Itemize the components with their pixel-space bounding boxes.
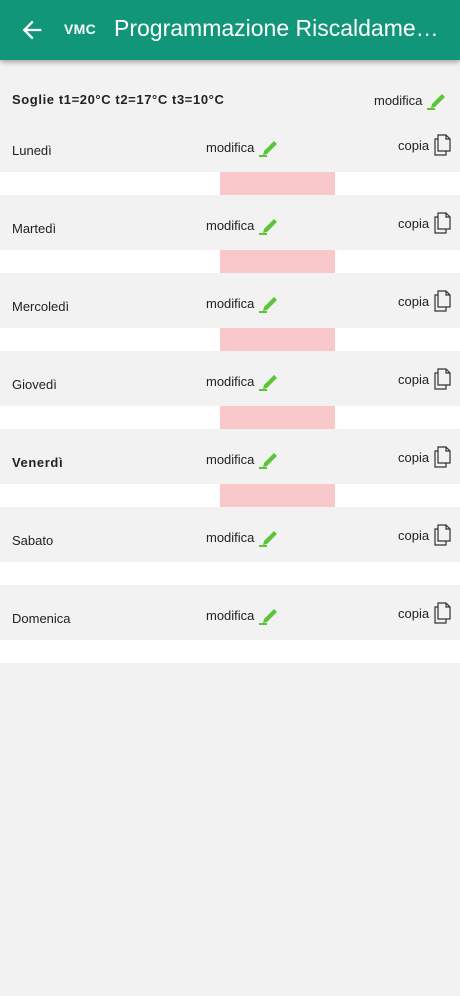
copy-label: copia xyxy=(398,215,430,231)
edit-day-button[interactable]: modifica xyxy=(206,527,280,547)
page-title: Programmazione Riscaldame… xyxy=(114,15,439,41)
day-header: Mercoledì modifica copia xyxy=(0,273,460,328)
copy-day-button[interactable]: copia xyxy=(398,290,452,312)
copy-icon xyxy=(434,290,451,312)
edit-label: modifica xyxy=(374,92,423,108)
day-header: Martedì modifica copia xyxy=(0,195,460,250)
copy-label: copia xyxy=(398,371,430,387)
day-timeline xyxy=(0,406,460,429)
day-name: Mercoledì xyxy=(12,299,70,314)
copy-label: copia xyxy=(398,137,430,153)
edit-label: modifica xyxy=(206,607,255,623)
copy-icon xyxy=(434,134,451,156)
edit-day-button[interactable]: modifica xyxy=(206,137,280,157)
copy-label: copia xyxy=(398,605,430,621)
schedule-slot[interactable] xyxy=(220,250,336,273)
schedule-slot[interactable] xyxy=(220,172,336,195)
day-header: Sabato modifica copia xyxy=(0,507,460,562)
copy-day-button[interactable]: copia xyxy=(398,446,452,468)
edit-day-button[interactable]: modifica xyxy=(206,293,280,313)
day-name: Domenica xyxy=(12,611,71,626)
day-row: Mercoledì modifica copia xyxy=(0,273,460,351)
copy-icon xyxy=(434,446,451,468)
edit-thresholds-button[interactable]: modifica xyxy=(374,90,448,110)
copy-day-button[interactable]: copia xyxy=(398,368,452,390)
day-name: Venerdì xyxy=(12,455,64,470)
pencil-icon xyxy=(259,453,278,469)
pencil-icon xyxy=(259,375,278,391)
day-timeline xyxy=(0,328,460,351)
schedule-slot[interactable] xyxy=(220,328,336,351)
copy-icon xyxy=(434,368,451,390)
edit-day-button[interactable]: modifica xyxy=(206,215,280,235)
copy-icon xyxy=(434,524,451,546)
day-header: Lunedì modifica copia xyxy=(0,117,460,172)
pencil-icon xyxy=(427,94,446,110)
edit-label: modifica xyxy=(206,139,255,155)
thresholds-label: Soglie t1=20°C t2=17°C t3=10°C xyxy=(12,92,225,107)
day-name: Lunedì xyxy=(12,143,52,158)
pencil-icon xyxy=(259,609,278,625)
copy-icon xyxy=(434,602,451,624)
day-header: Domenica modifica copia xyxy=(0,585,460,640)
schedule-slot[interactable] xyxy=(220,406,336,429)
pencil-icon xyxy=(259,219,278,235)
day-row: Lunedì modifica copia xyxy=(0,117,460,195)
edit-label: modifica xyxy=(206,217,255,233)
edit-day-button[interactable]: modifica xyxy=(206,449,280,469)
day-row: Martedì modifica copia xyxy=(0,195,460,273)
copy-label: copia xyxy=(398,293,430,309)
copy-day-button[interactable]: copia xyxy=(398,524,452,546)
copy-label: copia xyxy=(398,527,430,543)
day-row: Giovedì modifica copia xyxy=(0,351,460,429)
edit-label: modifica xyxy=(206,451,255,467)
pencil-icon xyxy=(259,531,278,547)
edit-label: modifica xyxy=(206,529,255,545)
copy-label: copia xyxy=(398,449,430,465)
vmc-badge: VMC xyxy=(64,21,97,37)
day-timeline xyxy=(0,250,460,273)
pencil-icon xyxy=(259,141,278,157)
day-header: Venerdì modifica copia xyxy=(0,429,460,484)
copy-day-button[interactable]: copia xyxy=(398,602,452,624)
day-timeline xyxy=(0,484,460,507)
day-name: Sabato xyxy=(12,533,54,548)
edit-day-button[interactable]: modifica xyxy=(206,605,280,625)
day-timeline xyxy=(0,172,460,195)
app-bar: VMC Programmazione Riscaldame… xyxy=(0,0,460,60)
day-timeline xyxy=(0,562,460,585)
edit-label: modifica xyxy=(206,373,255,389)
arrow-left-icon[interactable] xyxy=(18,16,46,44)
edit-label: modifica xyxy=(206,295,255,311)
day-name: Giovedì xyxy=(12,377,57,392)
day-timeline xyxy=(0,640,460,663)
day-name: Martedì xyxy=(12,221,57,236)
pencil-icon xyxy=(259,297,278,313)
day-row: Sabato modifica copia xyxy=(0,507,460,585)
day-header: Giovedì modifica copia xyxy=(0,351,460,406)
edit-day-button[interactable]: modifica xyxy=(206,371,280,391)
copy-day-button[interactable]: copia xyxy=(398,134,452,156)
schedule-slot[interactable] xyxy=(220,484,336,507)
copy-day-button[interactable]: copia xyxy=(398,212,452,234)
copy-icon xyxy=(434,212,451,234)
day-row: Domenica modifica copia xyxy=(0,585,460,663)
day-row: Venerdì modifica copia xyxy=(0,429,460,507)
